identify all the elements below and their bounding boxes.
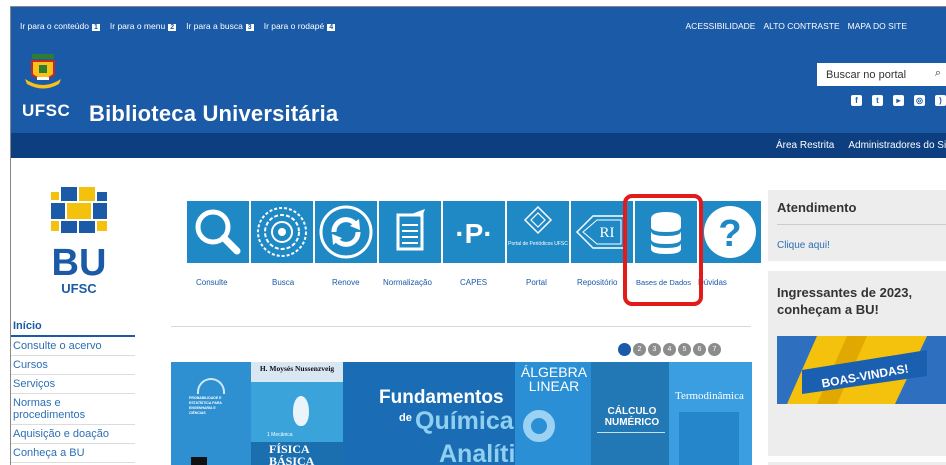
sitemap-link[interactable]: MAPA DO SITE — [848, 21, 907, 31]
search-input[interactable]: Buscar no portal ⌕ — [817, 63, 946, 86]
skip-link-menu[interactable]: Ir para o menu 2 — [110, 21, 177, 31]
sidebar-item-cursos[interactable]: Cursos — [11, 356, 135, 375]
label-busca[interactable]: Busca — [272, 278, 294, 287]
tile-duvidas[interactable]: ? — [699, 201, 761, 263]
carousel-dot-5[interactable]: 5 — [678, 343, 691, 356]
book-cover-fisica-basica: H. Moysés Nussenzveig 1 Mecânica FÍSICA … — [251, 362, 343, 465]
magnifier-icon — [195, 209, 241, 255]
svg-text:?: ? — [718, 213, 741, 255]
ufsc-wordmark[interactable]: UFSC — [22, 101, 70, 121]
portal-periodicos-icon: Portal de Periódicos UFSC — [508, 205, 568, 247]
youtube-icon[interactable]: ▸ — [893, 95, 904, 106]
welcome-banner-art: BOAS-VINDAS! — [777, 336, 946, 404]
atendimento-title: Atendimento — [777, 200, 857, 215]
skip-link-content[interactable]: Ir para o conteúdo 1 — [20, 21, 100, 31]
search-icon[interactable]: ⌕ — [935, 67, 941, 80]
label-consulte[interactable]: Consulte — [196, 278, 228, 287]
facebook-icon[interactable]: f — [851, 95, 862, 106]
search-placeholder: Buscar no portal — [826, 68, 907, 81]
skip-links: Ir para o conteúdo 1 Ir para o menu 2 Ir p… — [20, 21, 336, 31]
book-cover-quimica-analitica: Fundamentos de Química Analítica — [343, 362, 543, 465]
site-title[interactable]: Biblioteca Universitária — [89, 101, 338, 127]
ri-tile-text: RI — [600, 225, 615, 241]
book-cover-calculo-numerico: CÁLCULO NUMÉRICO — [591, 362, 669, 465]
divider — [777, 224, 946, 225]
sidebar-item-aquisicao[interactable]: Aquisição e doação — [11, 425, 135, 444]
carousel-pagination: 1 2 3 4 5 6 7 — [618, 343, 721, 356]
rss-icon[interactable]: ) — [935, 95, 946, 106]
atendimento-card: Atendimento Clique aqui! — [768, 190, 946, 261]
sidebar-item-inicio[interactable]: Início — [11, 317, 135, 337]
book-cover-algebra-linear: ÁLGEBRA LINEAR — [515, 362, 591, 465]
question-icon: ? — [704, 206, 756, 258]
ingressantes-title[interactable]: Ingressantes de 2023, conheçam a BU! — [777, 284, 942, 318]
high-contrast-link[interactable]: ALTO CONTRASTE — [763, 21, 839, 31]
accessibility-link[interactable]: ACESSIBILIDADE — [686, 21, 756, 31]
sidebar-item-normas[interactable]: Normas e procedimentos — [11, 394, 135, 425]
carousel-dot-2[interactable]: 2 — [633, 343, 646, 356]
highlight-box — [623, 194, 703, 306]
carousel-dot-3[interactable]: 3 — [648, 343, 661, 356]
divider — [171, 326, 751, 327]
refresh-icon — [319, 205, 373, 259]
portal-tile-text: Portal de Periódicos UFSC — [508, 241, 568, 247]
bu-logo-text: BU — [52, 242, 107, 284]
tile-normalizacao[interactable] — [379, 201, 441, 263]
tile-consulte[interactable] — [187, 201, 249, 263]
social-links: f t ▸ ◎ ) — [851, 95, 946, 106]
sidebar-item-servicos[interactable]: Serviços — [11, 375, 135, 394]
document-icon — [396, 209, 425, 251]
twitter-icon[interactable]: t — [872, 95, 883, 106]
label-portal[interactable]: Portal — [526, 278, 547, 287]
sidebar-item-conheca[interactable]: Conheça a BU — [11, 444, 135, 463]
label-normalizacao[interactable]: Normalização — [383, 278, 432, 287]
ingressantes-card: Ingressantes de 2023, conheçam a BU! BOA… — [768, 271, 946, 456]
sidebar-item-acervo[interactable]: Consulte o acervo — [11, 337, 135, 356]
tile-capes[interactable]: ·P· — [443, 201, 505, 263]
carousel-dot-4[interactable]: 4 — [663, 343, 676, 356]
carousel-dot-6[interactable]: 6 — [693, 343, 706, 356]
carousel-dot-7[interactable]: 7 — [708, 343, 721, 356]
book-cover-termodinamica: Termodinâmica — [669, 362, 752, 465]
atendimento-link[interactable]: Clique aqui! — [777, 240, 830, 251]
book-cover-probabilidade: PROBABILIDADE E ESTATÍSTICA PARA ENGENHA… — [171, 362, 251, 465]
sidebar-menu: Início Consulte o acervo Cursos Serviços… — [11, 317, 135, 463]
label-renove[interactable]: Renove — [332, 278, 360, 287]
site-header: Ir para o conteúdo 1 Ir para o menu 2 Ir p… — [11, 7, 946, 133]
capes-icon: ·P· — [455, 218, 492, 249]
skip-link-search[interactable]: Ir para a busca 3 — [186, 21, 254, 31]
skip-link-footer[interactable]: Ir para o rodapé 4 — [264, 21, 336, 31]
bu-ufsc-logo[interactable]: BU UFSC — [45, 187, 113, 302]
carousel-dot-1[interactable]: 1 — [618, 343, 631, 356]
browser-viewport: Ir para o conteúdo 1 Ir para o menu 2 Ir p… — [10, 6, 946, 465]
tile-portal[interactable]: Portal de Periódicos UFSC — [507, 201, 569, 263]
tile-renove[interactable] — [315, 201, 377, 263]
site-admins-link[interactable]: Administradores do Site — [848, 140, 946, 151]
radar-icon — [257, 207, 307, 257]
accessibility-links: ACESSIBILIDADE ALTO CONTRASTE MAPA DO SI… — [686, 21, 907, 31]
capes-tile-text: ·P· — [455, 218, 492, 249]
bu-logo-subtext: UFSC — [61, 281, 97, 296]
welcome-banner[interactable]: BOAS-VINDAS! — [777, 336, 946, 404]
restricted-area-link[interactable]: Área Restrita — [776, 140, 834, 151]
ufsc-crest-icon[interactable] — [23, 51, 63, 93]
label-capes[interactable]: CAPES — [460, 278, 487, 287]
label-repositorio[interactable]: Repositório — [577, 278, 617, 287]
book-carousel-banner[interactable]: PROBABILIDADE E ESTATÍSTICA PARA ENGENHA… — [171, 362, 752, 465]
instagram-icon[interactable]: ◎ — [914, 95, 925, 106]
tile-busca[interactable] — [251, 201, 313, 263]
sub-navigation: Área Restrita Administradores do Site — [11, 133, 946, 158]
